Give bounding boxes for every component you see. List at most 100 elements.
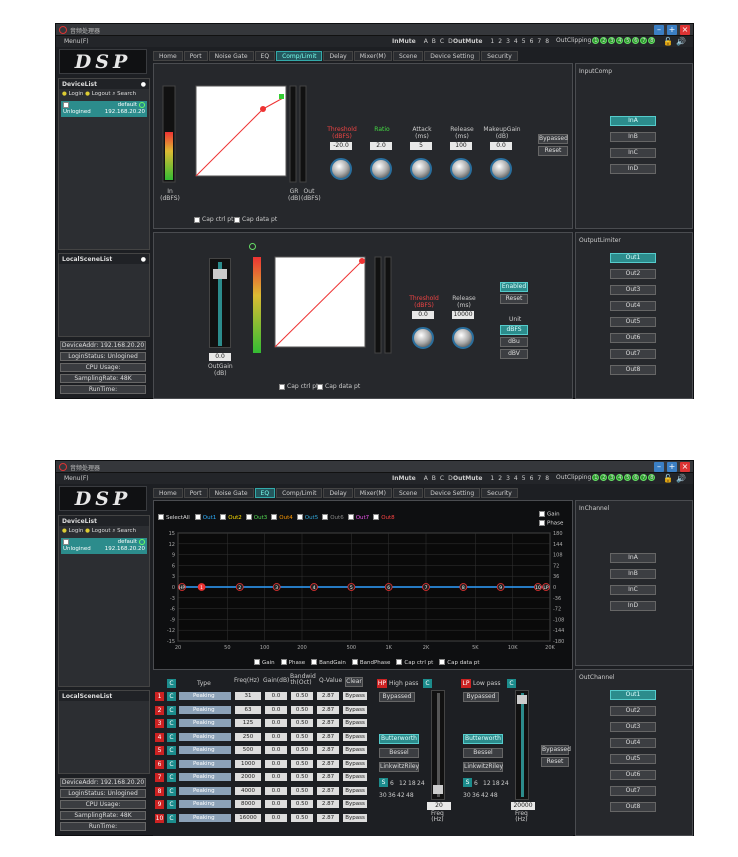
channel-inb[interactable]: InB: [610, 132, 656, 142]
lp-slope-30[interactable]: 30: [463, 792, 471, 799]
select-all-checkbox[interactable]: SelectAll: [158, 514, 190, 521]
speaker-icon[interactable]: 🔊: [676, 474, 686, 483]
minimize-button[interactable]: –: [654, 462, 664, 472]
tab-scene[interactable]: Scene: [392, 51, 424, 61]
tab-security[interactable]: Security: [481, 51, 518, 61]
mute-channel-5[interactable]: 5: [522, 38, 526, 45]
search-button[interactable]: Search: [117, 528, 136, 534]
lp-slope-48[interactable]: 48: [490, 792, 498, 799]
band-bw-value[interactable]: 0.50: [291, 692, 313, 700]
eq-out5-checkbox[interactable]: Out5: [296, 514, 318, 521]
eq-phase-checkbox[interactable]: Phase: [280, 659, 305, 666]
eq-bypassed-button[interactable]: Bypassed: [541, 745, 571, 755]
band-bw-value[interactable]: 0.50: [291, 732, 313, 741]
mute-channel-C[interactable]: C: [440, 475, 444, 482]
mute-channel-7[interactable]: 7: [537, 475, 541, 482]
band-gain-value[interactable]: 0.0: [265, 719, 287, 727]
hp-freq-value[interactable]: 20: [427, 802, 451, 810]
channel-out3[interactable]: Out3: [610, 722, 656, 732]
unit-dbu[interactable]: dBu: [500, 337, 528, 347]
band-type-select[interactable]: Peaking: [179, 746, 231, 754]
band-freq-value[interactable]: 500: [235, 746, 261, 754]
channel-out6[interactable]: Out6: [610, 333, 656, 343]
hp-slope-18[interactable]: 18: [408, 780, 416, 787]
band-freq-value[interactable]: 63: [235, 705, 261, 714]
channel-inb[interactable]: InB: [610, 569, 656, 579]
attack-knob[interactable]: [410, 158, 432, 180]
login-button[interactable]: Login: [69, 91, 84, 97]
band-freq-value[interactable]: 250: [235, 732, 261, 741]
eq-out8-checkbox[interactable]: Out8: [373, 514, 395, 521]
all-c-button[interactable]: C: [167, 679, 176, 688]
band-freq-value[interactable]: 31: [235, 692, 261, 700]
device-checkbox[interactable]: [63, 539, 69, 545]
hp-slope-12[interactable]: 12: [399, 780, 407, 787]
gain-toggle[interactable]: Gain: [539, 511, 560, 518]
band-bw-value[interactable]: 0.50: [291, 773, 313, 781]
band-c-button[interactable]: C: [167, 800, 176, 809]
band-gain-value[interactable]: 0.0: [265, 800, 287, 808]
eq-out1-checkbox[interactable]: Out1: [194, 514, 216, 521]
band-freq-value[interactable]: 125: [235, 719, 261, 727]
close-button[interactable]: ×: [680, 25, 690, 35]
tab-delay[interactable]: Delay: [323, 51, 353, 61]
cap-data-checkbox[interactable]: Cap data pt: [234, 216, 277, 223]
mute-channel-4[interactable]: 4: [514, 475, 518, 482]
device-checkbox[interactable]: [63, 102, 69, 108]
hp-type-linkwitzriley[interactable]: LinkwitzRiley: [379, 762, 419, 772]
channel-out6[interactable]: Out6: [610, 770, 656, 780]
menu-button[interactable]: Menu(F): [64, 38, 89, 45]
eq-cap-data-pt-checkbox[interactable]: Cap data pt: [439, 659, 480, 666]
tab-comp-limit[interactable]: Comp/Limit: [276, 488, 323, 498]
unit-dbfs[interactable]: dBFS: [500, 325, 528, 335]
band-type-select[interactable]: Peaking: [179, 719, 231, 727]
band-c-button[interactable]: C: [167, 813, 176, 823]
threshold-knob[interactable]: [330, 158, 352, 180]
lp-slope-6[interactable]: 6: [474, 780, 478, 787]
mute-channel-3[interactable]: 3: [506, 475, 510, 482]
attack-value[interactable]: 5: [410, 142, 432, 150]
channel-ind[interactable]: InD: [610, 601, 656, 611]
eq-out3-checkbox[interactable]: Out3: [245, 514, 267, 521]
eq-out2-checkbox[interactable]: Out2: [220, 514, 242, 521]
band-gain-value[interactable]: 0.0: [265, 705, 287, 714]
band-bypass-button[interactable]: Bypass: [343, 705, 367, 714]
hp-slope-6[interactable]: 6: [390, 780, 394, 787]
channel-out7[interactable]: Out7: [610, 786, 656, 796]
lp-type-butterworth[interactable]: Butterworth: [463, 734, 503, 744]
band-bw-value[interactable]: 0.50: [291, 813, 313, 822]
mute-channel-8[interactable]: 8: [545, 38, 549, 45]
band-gain-value[interactable]: 0.0: [265, 813, 287, 822]
logout-button[interactable]: Logout: [92, 91, 111, 97]
limiter-reset-button[interactable]: Reset: [500, 294, 528, 304]
mute-channel-2[interactable]: 2: [498, 38, 502, 45]
eq-reset-button[interactable]: Reset: [541, 757, 569, 767]
channel-out4[interactable]: Out4: [610, 301, 656, 311]
channel-ind[interactable]: InD: [610, 164, 656, 174]
band-q-value[interactable]: 2.87: [317, 813, 339, 822]
clear-button[interactable]: Clear: [345, 677, 363, 687]
band-type-select[interactable]: Peaking: [179, 732, 231, 741]
hp-c-button[interactable]: C: [423, 679, 432, 688]
lp-slope-s[interactable]: S: [463, 778, 472, 787]
hp-slope-48[interactable]: 48: [406, 792, 414, 799]
mute-channel-3[interactable]: 3: [506, 38, 510, 45]
hp-type-butterworth[interactable]: Butterworth: [379, 734, 419, 744]
band-bw-value[interactable]: 0.50: [291, 759, 313, 768]
channel-out2[interactable]: Out2: [610, 706, 656, 716]
band-q-value[interactable]: 2.87: [317, 719, 339, 727]
outgain-value[interactable]: 0.0: [209, 353, 231, 361]
lp-slope-42[interactable]: 42: [481, 792, 489, 799]
band-freq-value[interactable]: 1000: [235, 759, 261, 768]
tab-mixer-m-[interactable]: Mixer(M): [353, 488, 392, 498]
cap-ctrl-checkbox[interactable]: Cap ctrl pt: [194, 216, 233, 223]
lp-slope-36[interactable]: 36: [472, 792, 480, 799]
enabled-button[interactable]: Enabled: [500, 282, 528, 292]
tab-noise-gate[interactable]: Noise Gate: [208, 51, 254, 61]
channel-out8[interactable]: Out8: [610, 365, 656, 375]
band-q-value[interactable]: 2.87: [317, 800, 339, 808]
channel-out8[interactable]: Out8: [610, 802, 656, 812]
band-gain-value[interactable]: 0.0: [265, 786, 287, 795]
hp-slope-s[interactable]: S: [379, 778, 388, 787]
band-q-value[interactable]: 2.87: [317, 705, 339, 714]
